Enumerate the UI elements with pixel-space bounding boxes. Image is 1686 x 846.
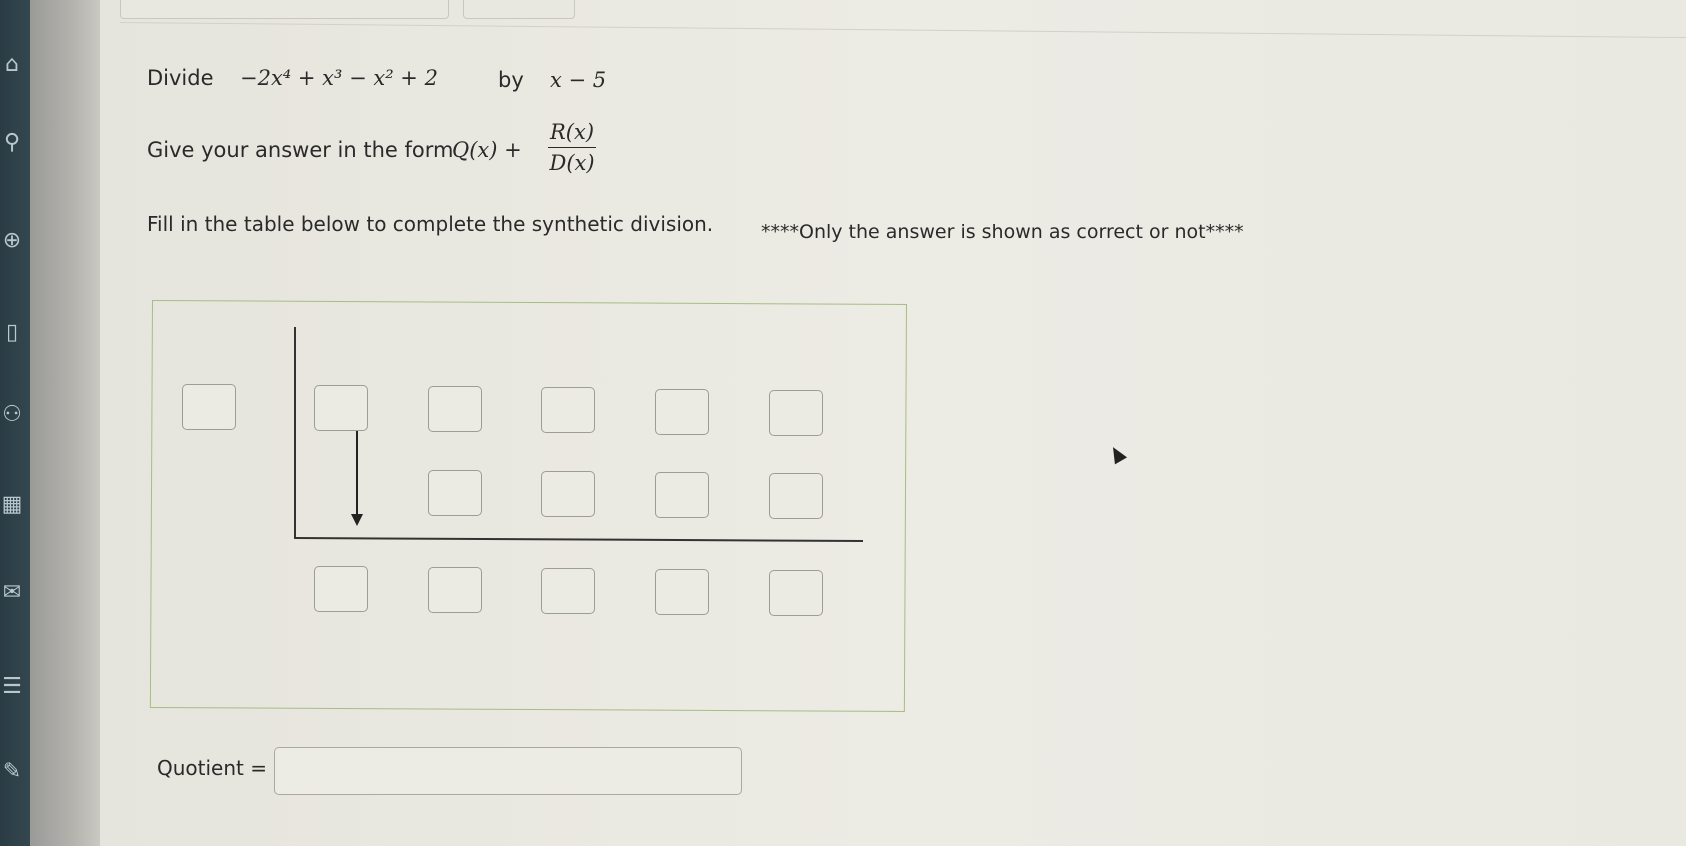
divisor-expression: x − 5 — [550, 68, 607, 92]
sidebar-gutter — [30, 0, 100, 846]
grading-note: ****Only the answer is shown as correct … — [761, 221, 1244, 243]
fraction-numerator: R(x) — [548, 120, 597, 148]
left-toolbar: ⌂ ⚲ ⊕ ▯ ⚇ ▦ ✉ ☰ ✎ — [0, 0, 30, 846]
product-input-5[interactable] — [769, 473, 823, 519]
quotient-form: Q(x) + — [452, 138, 522, 162]
globe-icon[interactable]: ⊕ — [0, 226, 24, 256]
remainder-fraction: R(x) D(x) — [548, 120, 597, 175]
result-input-1[interactable] — [314, 566, 368, 612]
coefficient-input-1[interactable] — [314, 385, 368, 431]
by-label: by — [498, 68, 524, 92]
result-input-4[interactable] — [655, 569, 709, 615]
list-icon[interactable]: ☰ — [0, 672, 24, 702]
fraction-denominator: D(x) — [549, 151, 595, 175]
product-input-2[interactable] — [428, 470, 482, 516]
arrow-down-icon — [351, 514, 363, 526]
dividend-expression: −2x⁴ + x³ − x² + 2 — [240, 66, 438, 90]
building-icon[interactable]: ⌂ — [0, 50, 24, 80]
divisor-root-input[interactable] — [182, 384, 236, 430]
divide-label: Divide — [147, 66, 214, 90]
tools-icon[interactable]: ✎ — [0, 757, 24, 787]
mail-icon[interactable]: ✉ — [0, 578, 24, 608]
quotient-label: Quotient = — [157, 756, 267, 780]
coefficient-input-3[interactable] — [541, 387, 595, 433]
top-tab-left[interactable] — [120, 0, 449, 19]
quotient-input[interactable] — [274, 747, 742, 795]
calendar-icon[interactable]: ▦ — [0, 490, 24, 520]
table-instructions: Fill in the table below to complete the … — [147, 212, 714, 236]
coefficient-input-4[interactable] — [655, 389, 709, 435]
division-vertical-bar — [294, 327, 296, 539]
product-input-4[interactable] — [655, 472, 709, 518]
product-input-3[interactable] — [541, 471, 595, 517]
result-input-3[interactable] — [541, 568, 595, 614]
coefficient-input-5[interactable] — [769, 390, 823, 436]
result-input-5[interactable] — [769, 570, 823, 616]
tablet-icon[interactable]: ▯ — [0, 318, 24, 348]
coefficient-input-2[interactable] — [428, 386, 482, 432]
form-instruction: Give your answer in the form — [147, 138, 454, 162]
carry-down-arrow — [356, 428, 358, 518]
top-tab-right[interactable] — [463, 0, 575, 19]
search-icon[interactable]: ⚲ — [0, 128, 24, 158]
people-icon[interactable]: ⚇ — [0, 400, 24, 430]
result-input-2[interactable] — [428, 567, 482, 613]
